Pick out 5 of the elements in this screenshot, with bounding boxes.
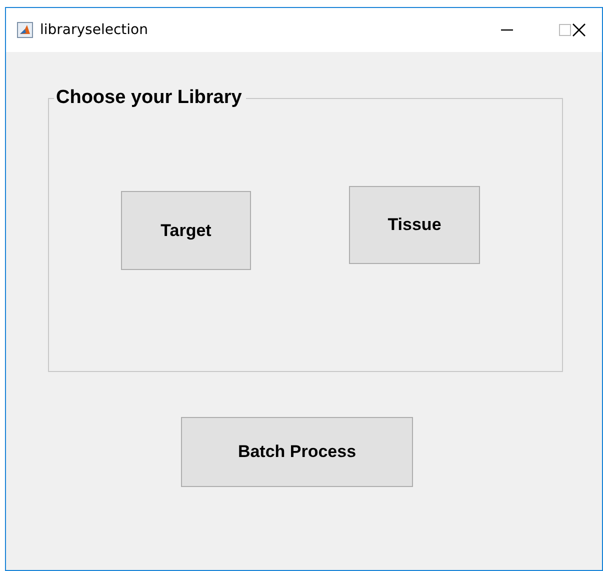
library-button[interactable]: Tissue	[349, 186, 480, 264]
batch-process-button[interactable]: Batch Process	[181, 417, 413, 487]
group-title: Choose your Library	[54, 87, 246, 109]
library-button[interactable]: Target	[121, 191, 251, 270]
window-title: libraryselection	[40, 22, 149, 38]
